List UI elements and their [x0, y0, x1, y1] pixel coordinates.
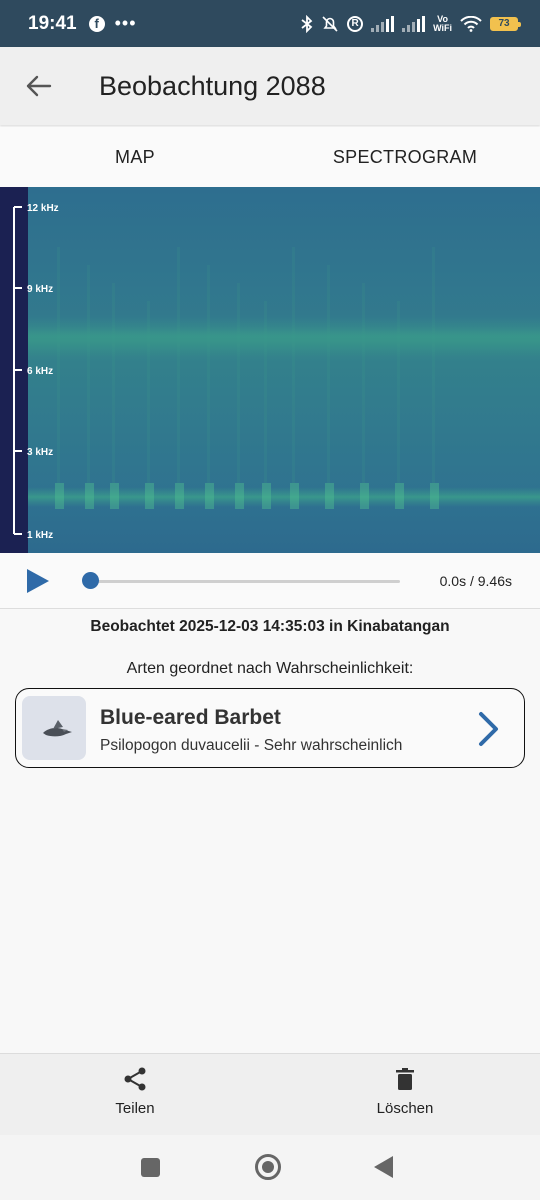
roaming-icon: R	[347, 15, 364, 32]
progress-knob[interactable]	[82, 572, 99, 589]
spectrogram-streak	[57, 247, 60, 487]
species-card[interactable]: Blue-eared Barbet Psilopogon duvaucelii …	[15, 688, 525, 768]
battery-icon: 73	[490, 16, 521, 31]
freq-label-9: 9 kHz	[27, 284, 53, 295]
status-bar: 19:41 f ••• R Vo WiFi 73	[0, 0, 540, 47]
facebook-icon: f	[88, 15, 105, 32]
observation-info: Beobachtet 2025-12-03 14:35:03 in Kinaba…	[90, 618, 450, 635]
spectrogram-streak	[207, 265, 210, 487]
playback-time: 0.0s / 9.46s	[439, 573, 512, 589]
back-arrow-icon[interactable]	[22, 69, 56, 103]
progress-track[interactable]	[90, 580, 400, 583]
audio-player: 0.0s / 9.46s	[0, 553, 540, 609]
play-icon[interactable]	[26, 568, 50, 594]
trash-icon	[396, 1068, 414, 1090]
system-nav-bar	[0, 1135, 540, 1200]
app-bar: Beobachtung 2088	[0, 47, 540, 125]
spectrogram-streak	[112, 283, 115, 487]
spectrogram-streak	[147, 301, 150, 487]
spectrogram-streak	[177, 247, 180, 487]
spectrogram-streak	[264, 301, 267, 487]
page-title: Beobachtung 2088	[99, 71, 326, 101]
recents-icon[interactable]	[141, 1158, 160, 1177]
bluetooth-icon	[301, 14, 313, 33]
spectrogram-streak	[432, 247, 435, 487]
spectrogram-streak	[362, 283, 365, 487]
tab-bar: MAP SPECTROGRAM	[0, 127, 540, 187]
freq-label-3: 3 kHz	[27, 447, 53, 458]
signal-icon	[371, 15, 395, 32]
signal-2-icon	[402, 15, 426, 32]
spectrogram-streak	[87, 265, 90, 487]
freq-label-6: 6 kHz	[27, 366, 53, 377]
wifi-icon	[460, 15, 482, 32]
species-thumbnail	[22, 696, 86, 760]
spectrogram-streak	[292, 247, 295, 487]
vowifi-icon: Vo WiFi	[433, 13, 452, 33]
freq-label-1: 1 kHz	[27, 530, 53, 541]
bell-muted-icon	[322, 15, 338, 32]
nav-back-icon[interactable]	[374, 1156, 393, 1178]
spectrogram: 12 kHz 9 kHz 6 kHz 3 kHz 1 kHz	[0, 187, 540, 553]
tab-spectrogram[interactable]: SPECTROGRAM	[270, 127, 540, 187]
freq-label-12: 12 kHz	[27, 203, 59, 214]
share-button[interactable]: Teilen	[0, 1054, 270, 1136]
home-icon[interactable]	[255, 1154, 281, 1180]
chevron-right-icon[interactable]	[478, 711, 500, 747]
share-icon	[124, 1067, 146, 1091]
more-notifications-icon: •••	[114, 13, 137, 33]
species-common-name: Blue-eared Barbet	[100, 706, 281, 729]
bird-icon	[43, 720, 72, 737]
tab-map[interactable]: MAP	[0, 127, 270, 187]
species-heading: Arten geordnet nach Wahrscheinlichkeit:	[126, 660, 414, 677]
status-time: 19:41	[28, 12, 77, 34]
species-scientific-name: Psilopogon duvaucelii - Sehr wahrscheinl…	[100, 737, 403, 754]
spectrogram-streak	[237, 283, 240, 487]
action-bar: Teilen Löschen	[0, 1053, 540, 1136]
delete-button[interactable]: Löschen	[270, 1054, 540, 1136]
share-label: Teilen	[115, 1100, 155, 1117]
delete-label: Löschen	[376, 1100, 434, 1117]
spectrogram-streak	[397, 301, 400, 487]
spectrogram-streak	[327, 265, 330, 487]
